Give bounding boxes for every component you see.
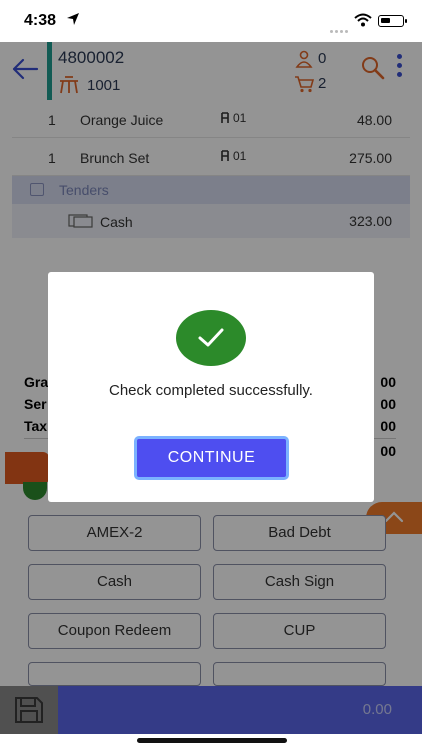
wifi-icon <box>354 13 372 27</box>
status-time: 4:38 <box>24 12 57 29</box>
battery-icon <box>378 15 407 27</box>
continue-button[interactable]: CONTINUE <box>134 436 289 480</box>
checkmark-circle-icon <box>176 310 246 366</box>
home-indicator <box>0 734 422 750</box>
checkmark-icon <box>198 328 224 347</box>
cellular-signal-icon <box>330 20 350 33</box>
status-bar: 4:38 <box>0 0 422 42</box>
success-dialog: Check completed successfully. CONTINUE <box>48 272 374 502</box>
dialog-message: Check completed successfully. <box>109 382 313 399</box>
location-arrow-icon <box>67 13 79 25</box>
